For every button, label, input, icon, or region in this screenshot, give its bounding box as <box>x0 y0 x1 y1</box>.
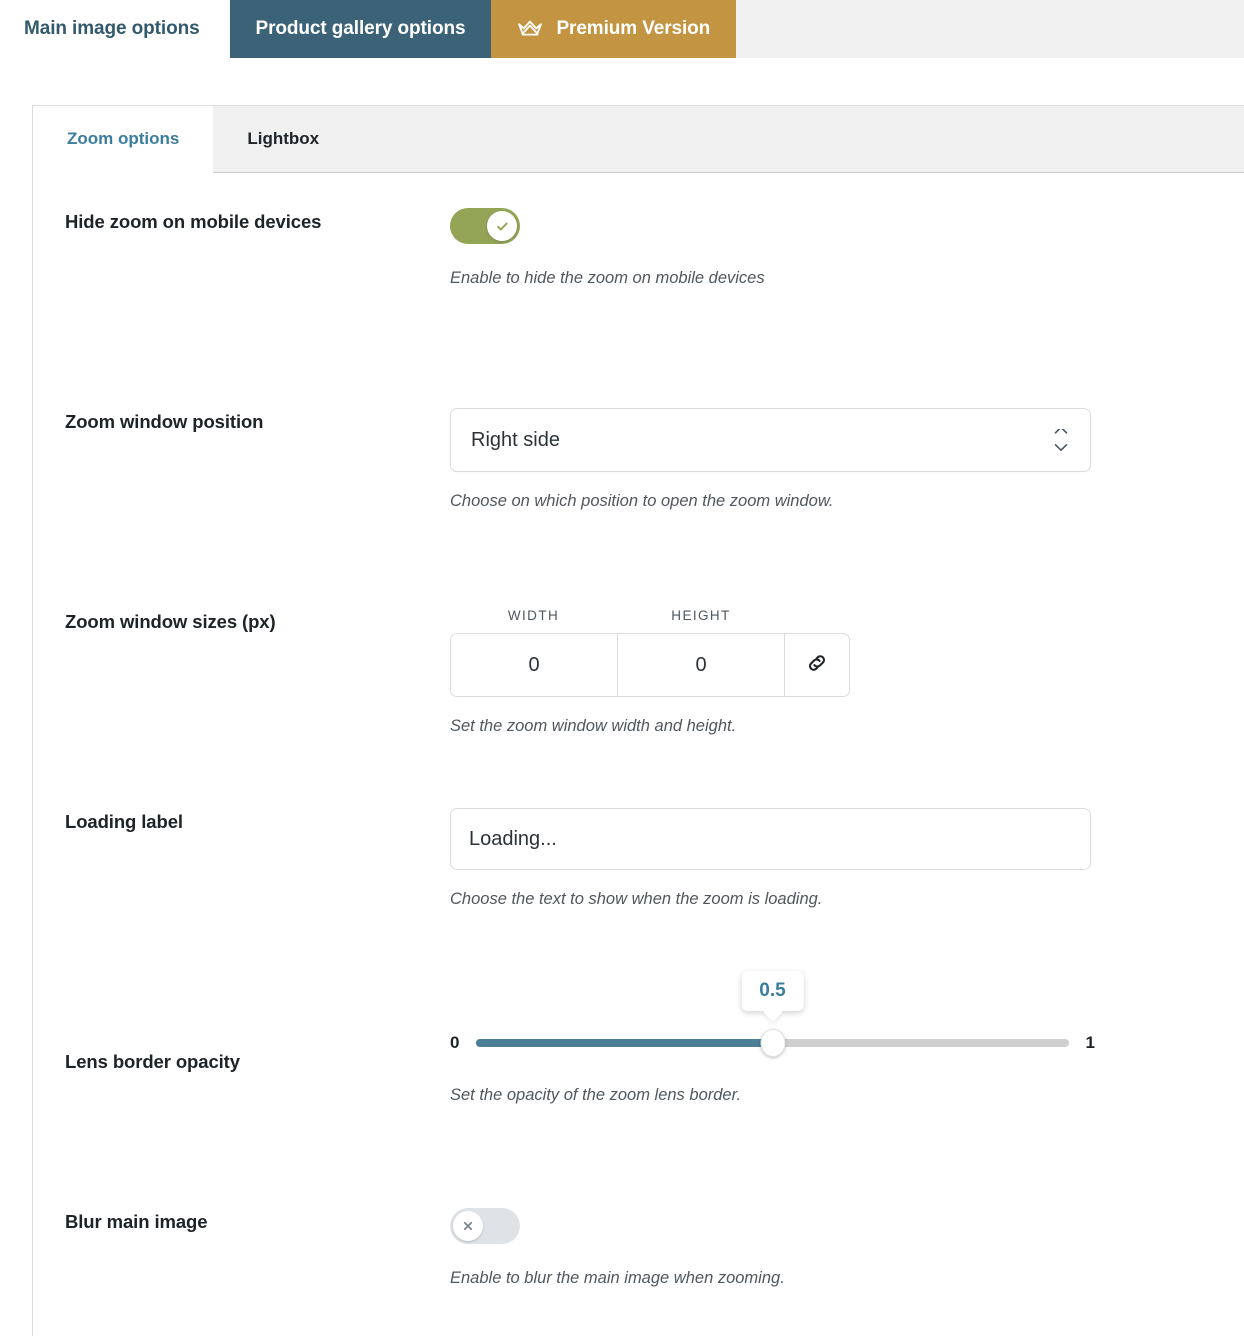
settings-panel: Zoom options Lightbox Hide zoom on mobil… <box>32 105 1244 1336</box>
setting-label: Blur main image <box>65 1211 208 1232</box>
setting-label: Lens border opacity <box>65 1051 240 1072</box>
primary-tabbar: Main image options Product gallery optio… <box>0 0 1244 58</box>
tab-premium-version[interactable]: Premium Version <box>491 0 737 58</box>
lens-border-opacity-slider[interactable]: 0 0.5 1 <box>450 971 1095 1066</box>
hide-zoom-mobile-toggle[interactable] <box>450 208 520 244</box>
loading-label-input[interactable]: Loading... <box>450 808 1091 870</box>
setting-help: Choose the text to show when the zoom is… <box>450 890 823 908</box>
tab-main-image-options[interactable]: Main image options <box>0 0 230 58</box>
setting-help: Enable to hide the zoom on mobile device… <box>450 269 765 287</box>
zoom-window-height-input[interactable]: 0 <box>618 634 785 696</box>
setting-help: Enable to blur the main image when zoomi… <box>450 1269 785 1287</box>
setting-row-zoom-window-position: Zoom window position Right side Choose o… <box>33 408 1244 608</box>
chevron-updown-icon <box>1054 429 1068 451</box>
tabbar-spacer <box>0 58 1244 105</box>
tab-zoom-options[interactable]: Zoom options <box>33 106 214 173</box>
slider-handle[interactable] <box>760 1029 785 1057</box>
tab-main-image-options-label: Main image options <box>24 18 200 39</box>
slider-track[interactable]: 0.5 <box>476 971 1069 1057</box>
settings-rows: Hide zoom on mobile devices Enable to hi… <box>33 173 1244 1328</box>
close-icon <box>463 1221 473 1231</box>
setting-row-lens-border-opacity: Lens border opacity 0 0.5 1 Set the opac… <box>33 971 1244 1208</box>
setting-label: Hide zoom on mobile devices <box>65 211 322 232</box>
setting-help: Set the opacity of the zoom lens border. <box>450 1086 742 1104</box>
slider-min-label: 0 <box>450 1033 460 1052</box>
zoom-window-position-select[interactable]: Right side <box>450 408 1091 472</box>
tab-premium-version-label: Premium Version <box>556 18 711 39</box>
setting-help: Set the zoom window width and height. <box>450 717 737 735</box>
setting-label: Loading label <box>65 811 183 832</box>
toggle-knob <box>487 211 517 241</box>
link-dimensions-button[interactable] <box>785 634 849 696</box>
secondary-tabbar: Zoom options Lightbox <box>33 106 1244 173</box>
crown-icon <box>517 20 543 38</box>
setting-row-blur-main-image: Blur main image Enable to blur the main … <box>33 1208 1244 1328</box>
slider-fill <box>476 1039 773 1047</box>
setting-label: Zoom window sizes (px) <box>65 611 276 632</box>
toggle-knob <box>453 1211 483 1241</box>
tab-lightbox-label: Lightbox <box>247 129 320 148</box>
tab-zoom-options-label: Zoom options <box>67 129 180 148</box>
setting-help: Choose on which position to open the zoo… <box>450 492 834 510</box>
setting-label: Zoom window position <box>65 411 264 432</box>
link-icon <box>804 650 830 681</box>
slider-max-label: 1 <box>1085 1033 1095 1052</box>
slider-value-tooltip: 0.5 <box>741 971 804 1011</box>
setting-row-hide-zoom-mobile: Hide zoom on mobile devices Enable to hi… <box>33 208 1244 408</box>
height-column-header: HEIGHT <box>671 608 731 623</box>
tab-product-gallery-options-label: Product gallery options <box>255 18 466 39</box>
setting-row-loading-label: Loading label Loading... Choose the text… <box>33 808 1244 1008</box>
tab-lightbox[interactable]: Lightbox <box>213 106 353 172</box>
blur-main-image-toggle[interactable] <box>450 1208 520 1244</box>
check-icon <box>496 222 508 230</box>
zoom-window-position-value: Right side <box>471 428 560 451</box>
setting-row-zoom-window-sizes: Zoom window sizes (px) WIDTH HEIGHT 0 0 <box>33 608 1244 808</box>
width-column-header: WIDTH <box>507 608 560 623</box>
tab-product-gallery-options[interactable]: Product gallery options <box>229 0 492 58</box>
zoom-window-size-inputs: 0 0 <box>450 633 850 697</box>
zoom-window-width-input[interactable]: 0 <box>451 634 618 696</box>
